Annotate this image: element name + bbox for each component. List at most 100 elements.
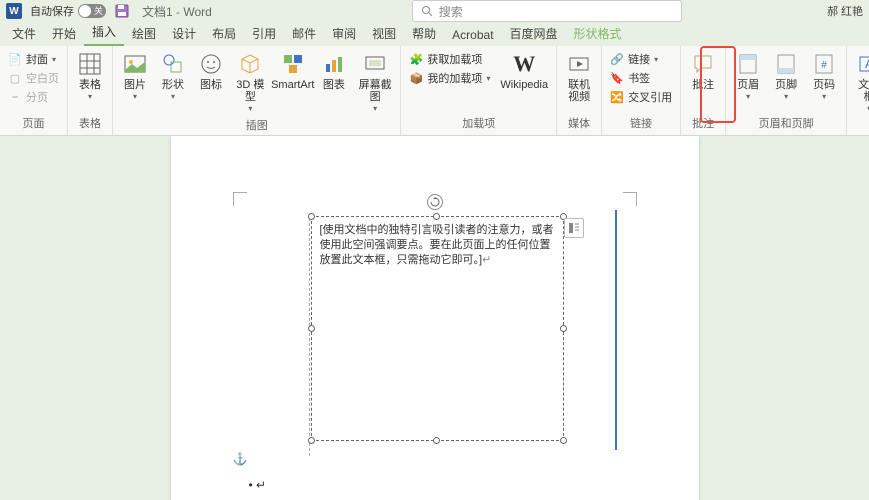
wikipedia-icon: W bbox=[510, 50, 538, 78]
tab-mailings[interactable]: 邮件 bbox=[284, 21, 324, 46]
cross-reference-button[interactable]: 🔀交叉引用 bbox=[608, 88, 674, 106]
tab-design[interactable]: 设计 bbox=[164, 21, 204, 46]
tab-view[interactable]: 视图 bbox=[364, 21, 404, 46]
3d-models-button[interactable]: 3D 模型▾ bbox=[231, 48, 270, 115]
body-paragraph-mark: • ↵ bbox=[249, 478, 267, 492]
group-illustrations: 图片▾ 形状▾ 图标 3D 模型▾ SmartArt 图表 屏幕截图▾ 插图 bbox=[113, 46, 401, 135]
save-button[interactable] bbox=[114, 3, 130, 19]
pictures-button[interactable]: 图片▾ bbox=[117, 48, 153, 103]
textbox-icon: A bbox=[855, 50, 869, 78]
tab-help[interactable]: 帮助 bbox=[404, 21, 444, 46]
shapes-icon bbox=[159, 50, 187, 78]
bookmark-icon: 🔖 bbox=[610, 71, 624, 85]
bookmark-button[interactable]: 🔖书签 bbox=[608, 69, 674, 87]
smartart-button[interactable]: SmartArt bbox=[272, 48, 314, 93]
screenshot-button[interactable]: 屏幕截图▾ bbox=[354, 48, 397, 115]
tab-baidu[interactable]: 百度网盘 bbox=[502, 21, 566, 46]
group-links: 🔗链接▾ 🔖书签 🔀交叉引用 链接 bbox=[602, 46, 681, 135]
get-addins-button[interactable]: 🧩获取加载项 bbox=[407, 50, 492, 68]
tab-draw[interactable]: 绘图 bbox=[124, 21, 164, 46]
textbox-left-guide bbox=[309, 218, 310, 456]
tab-layout[interactable]: 布局 bbox=[204, 21, 244, 46]
margin-corner-tr bbox=[623, 192, 637, 206]
comment-icon bbox=[689, 50, 717, 78]
rotate-handle-icon[interactable] bbox=[427, 194, 443, 210]
cover-page-button[interactable]: 📄封面▾ bbox=[6, 50, 61, 68]
resize-handle-br[interactable] bbox=[560, 437, 567, 444]
page-break-icon: ⎯ bbox=[8, 90, 22, 104]
document-workspace[interactable]: [使用文档中的独特引言吸引读者的注意力，或者使用此空间强调要点。要在此页面上的任… bbox=[0, 136, 869, 500]
document-page[interactable]: [使用文档中的独特引言吸引读者的注意力，或者使用此空间强调要点。要在此页面上的任… bbox=[171, 136, 699, 500]
page-number-button[interactable]: #页码▾ bbox=[806, 48, 842, 103]
anchor-icon[interactable]: ⚓ bbox=[233, 452, 248, 466]
group-tables: 表格 ▾ 表格 bbox=[68, 46, 113, 135]
header-button[interactable]: 页眉▾ bbox=[730, 48, 766, 103]
group-label-links: 链接 bbox=[606, 113, 676, 133]
page-number-icon: # bbox=[810, 50, 838, 78]
vertical-accent-bar bbox=[615, 210, 617, 450]
footer-icon bbox=[772, 50, 800, 78]
tab-home[interactable]: 开始 bbox=[44, 21, 84, 46]
wikipedia-button[interactable]: WWikipedia bbox=[496, 48, 552, 93]
table-button[interactable]: 表格 ▾ bbox=[72, 48, 108, 103]
resize-handle-l[interactable] bbox=[308, 325, 315, 332]
group-label-tables: 表格 bbox=[72, 113, 108, 133]
chart-button[interactable]: 图表 bbox=[316, 48, 352, 93]
group-text: A文本框▾ 📑文档部件▾ 🅰艺术字▾ A̲首字下沉▾ ✒签名行▾ 📅日期和时间 … bbox=[847, 46, 869, 135]
group-addins: 🧩获取加载项 📦我的加载项▾ WWikipedia 加载项 bbox=[401, 46, 557, 135]
shapes-button[interactable]: 形状▾ bbox=[155, 48, 191, 103]
title-bar: W 自动保存 关 文档1 - Word 搜索 郝 红艳 bbox=[0, 0, 869, 22]
group-label-illustrations: 插图 bbox=[117, 115, 396, 135]
icons-button[interactable]: 图标 bbox=[193, 48, 229, 93]
autosave-toggle[interactable]: 自动保存 关 bbox=[30, 3, 106, 19]
tab-review[interactable]: 审阅 bbox=[324, 21, 364, 46]
smartart-icon bbox=[279, 50, 307, 78]
layout-options-button[interactable] bbox=[564, 218, 584, 238]
tab-shape-format[interactable]: 形状格式 bbox=[566, 21, 630, 46]
svg-text:A: A bbox=[865, 57, 869, 71]
online-video-button[interactable]: 联机视频 bbox=[561, 48, 597, 105]
resize-handle-tl[interactable] bbox=[308, 213, 315, 220]
header-icon bbox=[734, 50, 762, 78]
paragraph-mark-icon: ↵ bbox=[482, 254, 491, 266]
footer-button[interactable]: 页脚▾ bbox=[768, 48, 804, 103]
addins-icon: 📦 bbox=[409, 71, 423, 85]
comment-button[interactable]: 批注 bbox=[685, 48, 721, 93]
word-app-icon: W bbox=[6, 3, 22, 19]
group-comments: 批注 批注 bbox=[681, 46, 726, 135]
resize-handle-b[interactable] bbox=[433, 437, 440, 444]
group-label-addins: 加载项 bbox=[405, 113, 552, 133]
chart-icon bbox=[320, 50, 348, 78]
tab-references[interactable]: 引用 bbox=[244, 21, 284, 46]
table-icon bbox=[76, 50, 104, 78]
resize-handle-bl[interactable] bbox=[308, 437, 315, 444]
tab-insert[interactable]: 插入 bbox=[84, 19, 124, 46]
tab-file[interactable]: 文件 bbox=[4, 21, 44, 46]
textbox-content[interactable]: [使用文档中的独特引言吸引读者的注意力，或者使用此空间强调要点。要在此页面上的任… bbox=[312, 217, 563, 274]
group-pages: 📄封面▾ ▢空白页 ⎯分页 页面 bbox=[0, 46, 68, 135]
group-label-media: 媒体 bbox=[561, 113, 597, 133]
screenshot-icon bbox=[361, 50, 389, 78]
user-name[interactable]: 郝 红艳 bbox=[827, 3, 863, 19]
resize-handle-t[interactable] bbox=[433, 213, 440, 220]
video-icon bbox=[565, 50, 593, 78]
toggle-switch-icon[interactable]: 关 bbox=[78, 4, 106, 18]
link-button[interactable]: 🔗链接▾ bbox=[608, 50, 674, 68]
search-input[interactable]: 搜索 bbox=[412, 0, 682, 22]
resize-handle-r[interactable] bbox=[560, 325, 567, 332]
cover-page-icon: 📄 bbox=[8, 52, 22, 66]
group-label-pages: 页面 bbox=[4, 113, 63, 133]
cube-icon bbox=[236, 50, 264, 78]
group-header-footer: 页眉▾ 页脚▾ #页码▾ 页眉和页脚 bbox=[726, 46, 847, 135]
selected-textbox[interactable]: [使用文档中的独特引言吸引读者的注意力，或者使用此空间强调要点。要在此页面上的任… bbox=[311, 216, 564, 441]
autosave-label: 自动保存 bbox=[30, 3, 74, 19]
chevron-down-icon: ▾ bbox=[88, 92, 92, 101]
search-placeholder: 搜索 bbox=[439, 3, 463, 20]
group-label-text: 文本 bbox=[851, 115, 869, 135]
textbox-button[interactable]: A文本框▾ bbox=[851, 48, 869, 115]
tab-acrobat[interactable]: Acrobat bbox=[444, 24, 501, 46]
page-break-button[interactable]: ⎯分页 bbox=[6, 88, 61, 106]
margin-corner-tl bbox=[233, 192, 247, 206]
blank-page-button[interactable]: ▢空白页 bbox=[6, 69, 61, 87]
my-addins-button[interactable]: 📦我的加载项▾ bbox=[407, 69, 492, 87]
